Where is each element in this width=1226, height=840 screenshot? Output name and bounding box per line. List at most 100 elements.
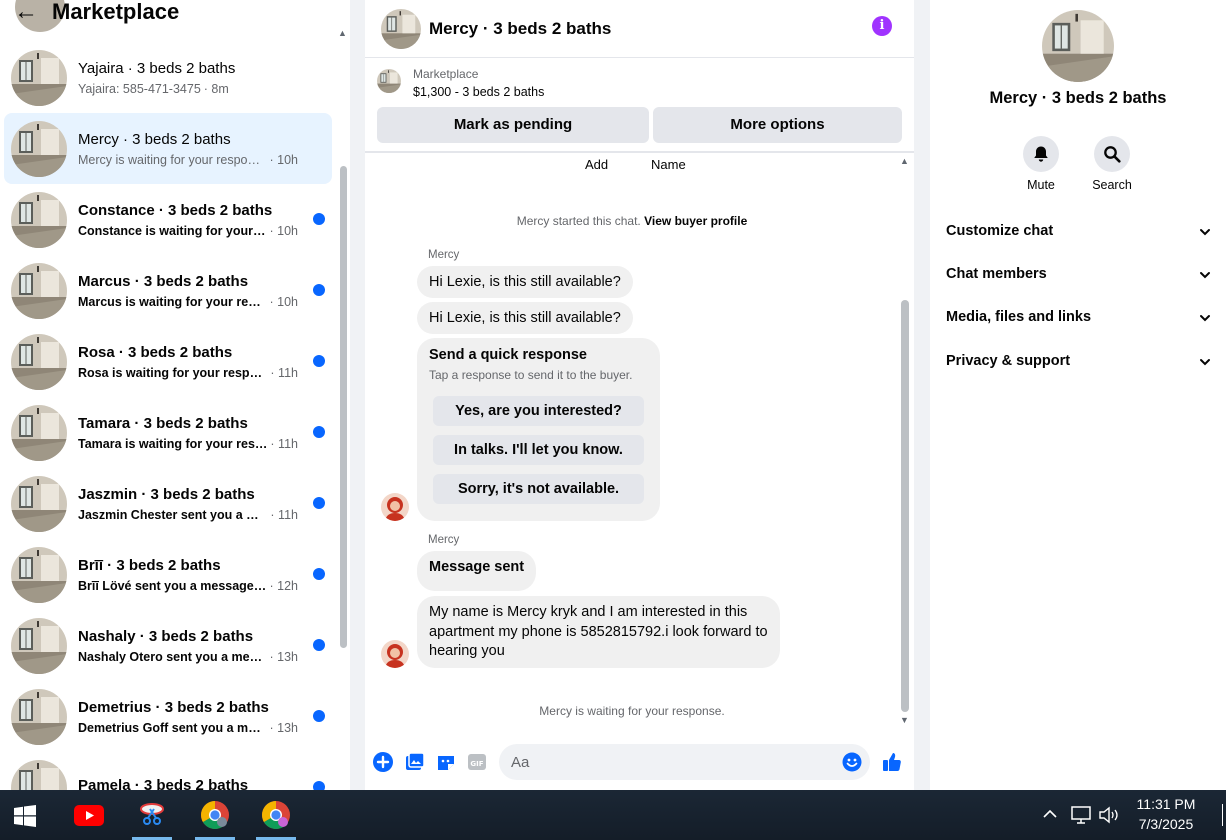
listing-thumbnail <box>11 546 67 603</box>
conversation-row[interactable]: Tamara · 3 beds 2 baths Tamara is waiting… <box>4 397 332 468</box>
chat-avatar[interactable] <box>381 8 421 49</box>
message-bubble[interactable]: Hi Lexie, is this still available? <box>417 266 633 298</box>
svg-text:GIF: GIF <box>470 760 483 768</box>
section-label: Privacy & support <box>946 353 1071 369</box>
volume-icon[interactable] <box>1098 805 1120 825</box>
scissors-icon <box>140 803 164 825</box>
message-bubble[interactable]: My name is Mercy kryk and I am intereste… <box>417 596 780 668</box>
view-buyer-profile-link[interactable]: View buyer profile <box>644 214 747 228</box>
more-options-button[interactable]: More options <box>653 107 902 143</box>
thumbs-up-icon[interactable] <box>881 751 903 773</box>
network-icon[interactable] <box>1070 805 1092 825</box>
emoji-icon[interactable] <box>842 752 862 772</box>
sender-avatar[interactable] <box>381 640 409 668</box>
message-line: My name is Mercy kryk and I am intereste… <box>429 604 748 620</box>
sticker-icon[interactable] <box>435 751 457 773</box>
gif-icon[interactable]: GIF <box>466 751 488 773</box>
message-input-placeholder: Aa <box>511 754 530 771</box>
quick-response-title: Send a quick response <box>429 347 587 363</box>
conversation-preview: Nashaly Otero sent you a mess... · 13h <box>78 650 298 664</box>
mute-button[interactable]: Mute <box>1011 136 1071 192</box>
conversation-row[interactable]: Marcus · 3 beds 2 baths Marcus is waiting… <box>4 255 332 326</box>
left-scrollbar[interactable]: ▲ <box>337 28 349 790</box>
conversation-row[interactable]: Rosa · 3 beds 2 baths Rosa is waiting for… <box>4 326 332 397</box>
conversation-name: Demetrius · 3 beds 2 baths <box>78 698 269 716</box>
conversation-name: Marcus · 3 beds 2 baths <box>78 272 249 290</box>
scroll-up-arrow-icon[interactable]: ▲ <box>900 156 909 166</box>
conversation-row[interactable]: Brīī · 3 beds 2 baths Brīī Lövé sent you … <box>4 539 332 610</box>
plus-icon[interactable] <box>372 751 394 773</box>
message-scrollbar[interactable]: ▲ ▼ <box>899 155 913 733</box>
chevron-up-icon[interactable] <box>1042 808 1058 820</box>
conversation-text: Nashaly · 3 beds 2 baths Nashaly Otero se… <box>78 628 298 664</box>
sender-name: Mercy <box>428 534 460 546</box>
quick-response-in-talks-button[interactable]: In talks. I'll let you know. <box>433 435 644 465</box>
listing-thumbnail <box>11 759 67 790</box>
conversation-text: Marcus · 3 beds 2 baths Marcus is waiting… <box>78 273 298 309</box>
conversation-row[interactable]: Constance · 3 beds 2 baths Constance is w… <box>4 184 332 255</box>
privacy-support-section[interactable]: Privacy & support <box>946 353 1212 375</box>
preview-text: Rosa is waiting for your respo... <box>78 365 268 380</box>
chevron-down-icon <box>1200 315 1210 322</box>
chat-title[interactable]: Mercy · 3 beds 2 baths <box>429 19 611 39</box>
scrollbar-thumb[interactable] <box>901 300 909 712</box>
unread-dot <box>313 497 325 509</box>
message-input[interactable]: Aa <box>499 744 870 780</box>
photo-icon[interactable] <box>404 751 426 773</box>
conversation-name: Nashaly · 3 beds 2 baths <box>78 627 254 645</box>
conversation-text: Tamara · 3 beds 2 baths Tamara is waiting… <box>78 415 298 451</box>
conversation-preview: Brīī Lövé sent you a message a... · 12h <box>78 579 298 593</box>
scrollbar-thumb[interactable] <box>340 166 347 648</box>
preview-time: · 11h <box>270 436 298 451</box>
conversation-row[interactable]: Yajaira · 3 beds 2 baths Yajaira: 585-471… <box>4 42 332 113</box>
chat-members-section[interactable]: Chat members <box>946 266 1212 288</box>
clock-date: 7/3/2025 <box>1138 816 1194 832</box>
chrome-icon <box>262 801 290 829</box>
preview-text: Marcus is waiting for your resp... <box>78 294 267 309</box>
conversation-preview: Constance is waiting for your r... · 10h <box>78 224 298 238</box>
conversation-row[interactable]: Mercy · 3 beds 2 baths Mercy is waiting f… <box>4 113 332 184</box>
unread-dot <box>313 710 325 722</box>
search-label: Search <box>1092 178 1132 192</box>
preview-text: Constance is waiting for your r... <box>78 223 267 238</box>
message-bubble[interactable]: Message sent <box>417 551 537 591</box>
info-icon[interactable]: i <box>872 16 892 36</box>
listing-avatar[interactable] <box>1042 10 1114 82</box>
clock[interactable]: 11:31 PM 7/3/2025 <box>1126 794 1206 834</box>
conversation-preview: Jaszmin Chester sent you a me... · 11h <box>78 508 298 522</box>
media-files-links-section[interactable]: Media, files and links <box>946 309 1212 331</box>
info-title: Mercy · 3 beds 2 baths <box>989 89 1167 107</box>
taskbar-youtube[interactable] <box>69 790 109 840</box>
conversation-row[interactable]: Demetrius · 3 beds 2 baths Demetrius Goff… <box>4 681 332 752</box>
quick-response-not-available-button[interactable]: Sorry, it's not available. <box>433 474 644 504</box>
conversation-row[interactable]: Nashaly · 3 beds 2 baths Nashaly Otero se… <box>4 610 332 681</box>
mark-as-pending-button[interactable]: Mark as pending <box>377 107 649 143</box>
taskbar-snipping-tool[interactable] <box>132 790 172 840</box>
listing-price[interactable]: $1,300 - 3 beds 2 baths <box>413 85 544 99</box>
conversation-preview: Demetrius Goff sent you a mes... · 13h <box>78 721 298 735</box>
conversation-text: Mercy · 3 beds 2 baths Mercy is waiting f… <box>78 131 298 167</box>
preview-text: Brīī Lövé sent you a message a... <box>78 578 267 593</box>
conversation-text: Rosa · 3 beds 2 baths Rosa is waiting for… <box>78 344 298 380</box>
show-desktop-button[interactable] <box>1222 804 1226 826</box>
windows-start-icon[interactable] <box>14 805 36 827</box>
quick-response-yes-button[interactable]: Yes, are you interested? <box>433 396 644 426</box>
preview-text: Nashaly Otero sent you a mess... <box>78 649 267 664</box>
message-bubble[interactable]: Hi Lexie, is this still available? <box>417 302 633 334</box>
sender-avatar[interactable] <box>381 493 409 521</box>
conversation-row[interactable]: Pamela · 3 beds 2 baths <box>4 752 332 790</box>
panel-title: Marketplace <box>52 0 180 24</box>
conversation-row[interactable]: Jaszmin · 3 beds 2 baths Jaszmin Chester … <box>4 468 332 539</box>
taskbar-chrome-profile[interactable] <box>256 790 296 840</box>
preview-text: Yajaira: 585-471-3475 <box>78 81 201 96</box>
quick-response-card: Send a quick response Tap a response to … <box>417 338 660 521</box>
back-arrow-icon[interactable]: ← <box>14 0 38 24</box>
customize-chat-section[interactable]: Customize chat <box>946 223 1212 245</box>
scroll-down-arrow-icon[interactable]: ▼ <box>900 715 909 725</box>
search-button[interactable]: Search <box>1082 136 1142 192</box>
conversation-name: Brīī · 3 beds 2 baths <box>78 556 221 574</box>
conversation-preview: Tamara is waiting for your resp... · 11h <box>78 437 298 451</box>
listing-thumbnail[interactable] <box>377 69 401 93</box>
scroll-up-arrow-icon[interactable]: ▲ <box>338 28 347 38</box>
taskbar-chrome[interactable] <box>195 790 235 840</box>
